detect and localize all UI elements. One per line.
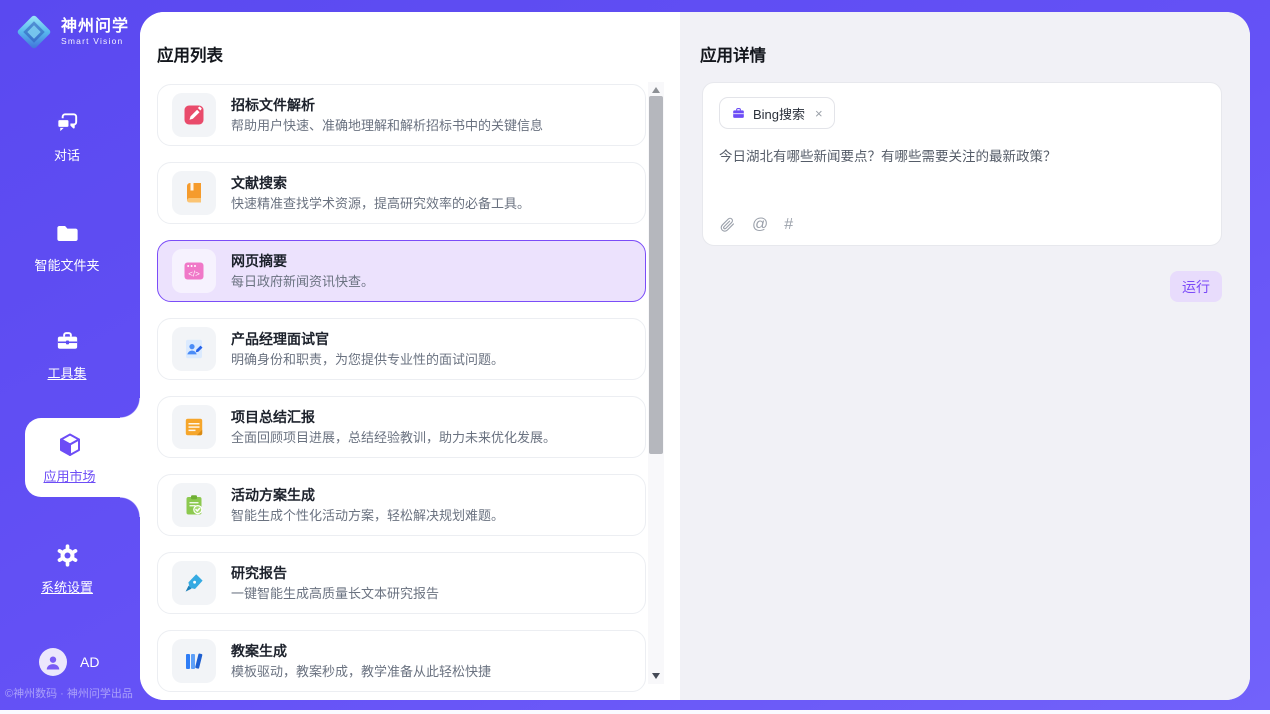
- sidebar-item-label: 系统设置: [41, 577, 93, 596]
- hash-icon[interactable]: #: [784, 217, 793, 233]
- scroll-down-icon[interactable]: [648, 671, 664, 681]
- folder-icon: [54, 220, 81, 247]
- prompt-card: Bing搜索 × 今日湖北有哪些新闻要点？有哪些需要关注的最新政策？ @ #: [702, 82, 1222, 246]
- app-icon-tile: </>: [172, 249, 216, 293]
- app-icon-tile: [172, 327, 216, 371]
- sidebar-item-smart-folder[interactable]: 智能文件夹: [0, 220, 134, 274]
- sidebar-item-label: 智能文件夹: [34, 255, 99, 274]
- app-title: 项目总结汇报: [231, 409, 556, 426]
- app-description: 模板驱动，教案秒成，教学准备从此轻松快捷: [231, 664, 491, 680]
- app-list-item-activity-plan[interactable]: 活动方案生成 智能生成个性化活动方案，轻松解决规划难题。: [157, 474, 646, 536]
- app-title: 文献搜索: [231, 175, 530, 192]
- app-icon-tile: [172, 171, 216, 215]
- app-description: 明确身份和职责，为您提供专业性的面试问题。: [231, 352, 504, 368]
- sidebar-item-settings[interactable]: 系统设置: [0, 542, 134, 596]
- chat-icon: [54, 110, 81, 137]
- pen-icon: [182, 571, 206, 595]
- sidebar-item-label: 工具集: [47, 363, 86, 382]
- web-browser-icon: </>: [182, 259, 206, 283]
- app-icon-tile: [172, 483, 216, 527]
- app-logo: 神州问学 Smart Vision: [15, 13, 129, 51]
- app-detail-title: 应用详情: [700, 42, 766, 66]
- app-description: 帮助用户快速、准确地理解和解析招标书中的关键信息: [231, 118, 543, 134]
- app-title: 产品经理面试官: [231, 331, 504, 348]
- app-detail-panel: 应用详情 Bing搜索 × 今日湖北有哪些新闻要点？有哪些需要关注的最新政策？ …: [680, 12, 1250, 700]
- app-icon-tile: [172, 639, 216, 683]
- books-icon: [182, 649, 206, 673]
- sidebar-item-app-market[interactable]: 应用市场: [25, 418, 140, 497]
- svg-text:</>: </>: [188, 270, 200, 279]
- sidebar-item-chat[interactable]: 对话: [0, 110, 134, 164]
- app-icon-tile: [172, 561, 216, 605]
- app-title: 活动方案生成: [231, 487, 504, 504]
- report-note-icon: [182, 415, 206, 439]
- person-icon: [43, 652, 63, 672]
- app-list-title: 应用列表: [157, 42, 223, 66]
- app-description: 每日政府新闻资讯快查。: [231, 274, 374, 290]
- book-icon: [182, 181, 206, 205]
- at-icon[interactable]: @: [752, 217, 768, 233]
- app-title: 研究报告: [231, 565, 439, 582]
- cube-icon: [56, 431, 84, 459]
- paperclip-icon[interactable]: [719, 216, 736, 233]
- app-description: 智能生成个性化活动方案，轻松解决规划难题。: [231, 508, 504, 524]
- app-list-item-research-report[interactable]: 研究报告 一键智能生成高质量长文本研究报告: [157, 552, 646, 614]
- scrollbar-thumb[interactable]: [649, 96, 663, 454]
- app-list-item-lesson-plan[interactable]: 教案生成 模板驱动，教案秒成，教学准备从此轻松快捷: [157, 630, 646, 692]
- tool-chip-label: Bing搜索: [753, 104, 805, 123]
- copyright-text: ©神州数码 · 神州问学出品: [5, 685, 139, 701]
- app-title: 网页摘要: [231, 253, 374, 270]
- app-list-item-project-summary[interactable]: 项目总结汇报 全面回顾项目进展，总结经验教训，助力未来优化发展。: [157, 396, 646, 458]
- prompt-toolbar: @ #: [719, 216, 793, 233]
- scroll-up-icon[interactable]: [648, 85, 664, 95]
- close-icon[interactable]: ×: [815, 106, 823, 121]
- app-title: 教案生成: [231, 643, 491, 660]
- app-list-item-bid-parse[interactable]: 招标文件解析 帮助用户快速、准确地理解和解析招标书中的关键信息: [157, 84, 646, 146]
- sidebar-item-label: 应用市场: [43, 466, 95, 485]
- gear-icon: [54, 542, 81, 569]
- app-list-item-web-summary[interactable]: </> 网页摘要 每日政府新闻资讯快查。: [157, 240, 646, 302]
- sidebar-item-toolset[interactable]: 工具集: [0, 328, 134, 382]
- prompt-input[interactable]: 今日湖北有哪些新闻要点？有哪些需要关注的最新政策？: [719, 147, 1205, 166]
- user-name: AD: [80, 654, 99, 670]
- tool-chip-bing-search[interactable]: Bing搜索 ×: [719, 97, 835, 129]
- app-description: 全面回顾项目进展，总结经验教训，助力未来优化发展。: [231, 430, 556, 446]
- app-list-panel: 应用列表 招标文件解析 帮助用户快速、准确地理解和解析招标书中的关键信息: [140, 12, 680, 700]
- diamond-logo-icon: [15, 13, 53, 51]
- app-list-item-pm-interviewer[interactable]: 产品经理面试官 明确身份和职责，为您提供专业性的面试问题。: [157, 318, 646, 380]
- run-button[interactable]: 运行: [1170, 271, 1222, 302]
- sidebar-item-label: 对话: [54, 145, 80, 164]
- app-icon-tile: [172, 93, 216, 137]
- app-description: 快速精准查找学术资源，提高研究效率的必备工具。: [231, 196, 530, 212]
- scrollbar[interactable]: [648, 82, 664, 684]
- app-list: 招标文件解析 帮助用户快速、准确地理解和解析招标书中的关键信息 文献搜索 快速精…: [157, 84, 646, 700]
- app-title: 招标文件解析: [231, 97, 543, 114]
- user-account[interactable]: AD: [39, 648, 99, 676]
- briefcase-icon: [731, 106, 746, 121]
- content-area: 应用列表 招标文件解析 帮助用户快速、准确地理解和解析招标书中的关键信息: [140, 12, 1250, 700]
- clipboard-check-icon: [182, 493, 206, 517]
- toolbox-icon: [54, 328, 81, 355]
- app-list-item-literature-search[interactable]: 文献搜索 快速精准查找学术资源，提高研究效率的必备工具。: [157, 162, 646, 224]
- avatar: [39, 648, 67, 676]
- interview-doc-icon: [182, 337, 206, 361]
- app-icon-tile: [172, 405, 216, 449]
- logo-subtitle: Smart Vision: [61, 36, 129, 46]
- bid-doc-icon: [182, 103, 206, 127]
- app-description: 一键智能生成高质量长文本研究报告: [231, 586, 439, 602]
- logo-title: 神州问学: [61, 18, 129, 36]
- sidebar: 神州问学 Smart Vision 对话 智能文件夹 工具集: [0, 0, 140, 710]
- bottom-edge-strip: [0, 710, 1270, 714]
